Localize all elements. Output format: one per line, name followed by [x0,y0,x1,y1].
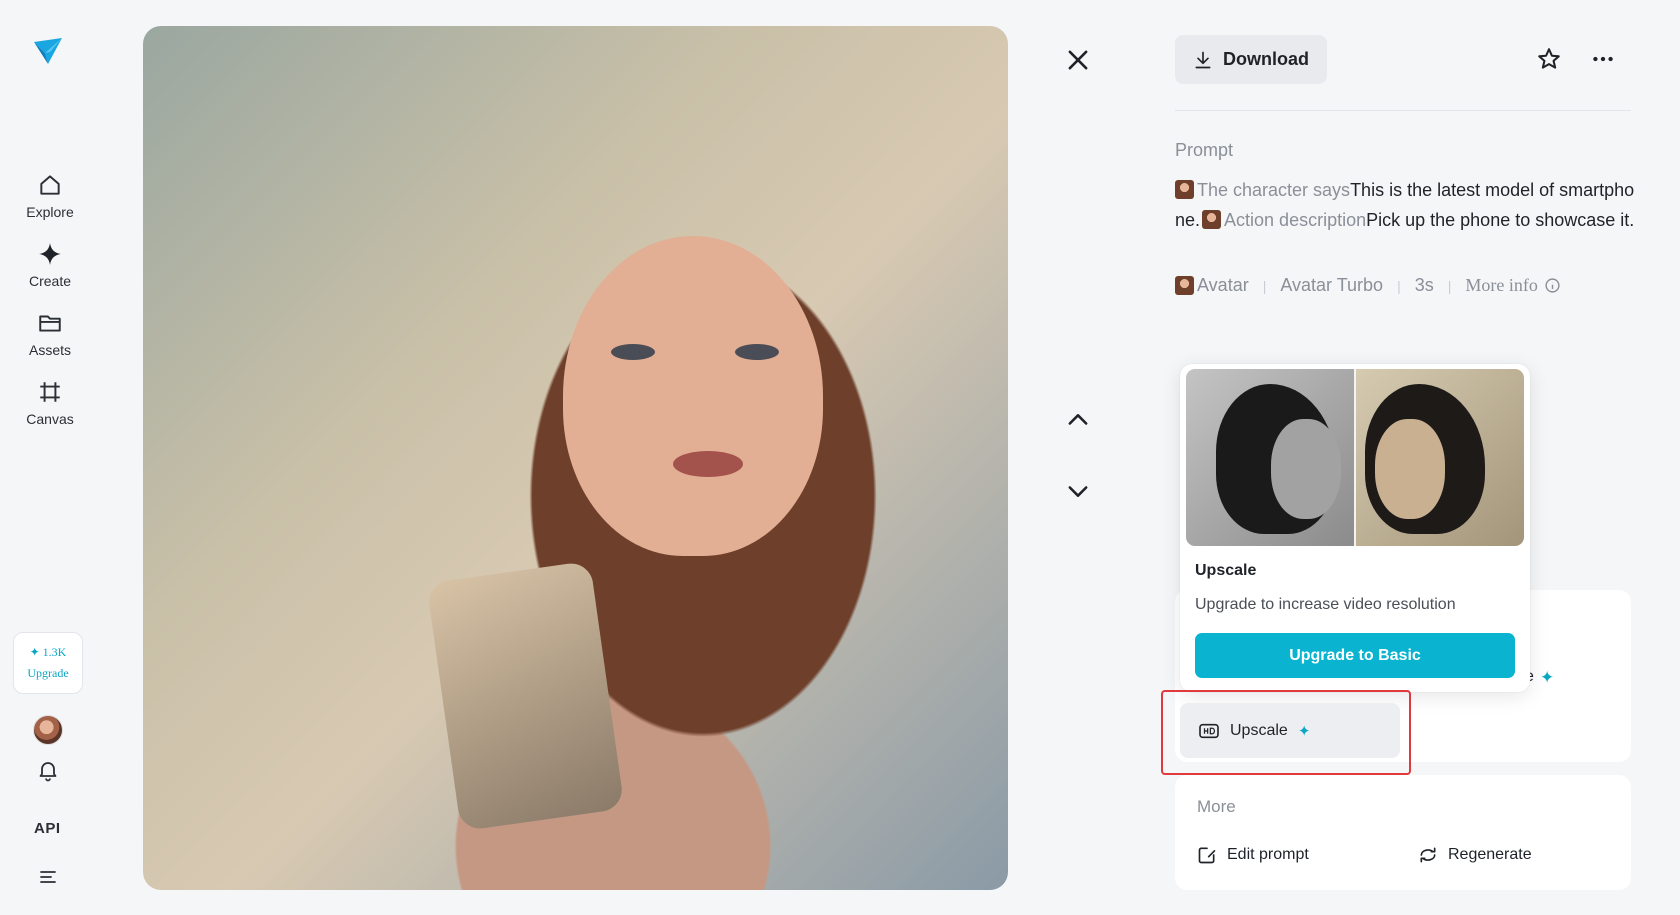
meta-separator: | [1447,277,1452,294]
portrait-eye [735,344,779,360]
sidebar-item-label: Canvas [26,411,74,427]
popover-title: Upscale [1195,562,1257,579]
api-link[interactable]: API [34,820,61,837]
more-card: More Edit prompt Regenerate [1175,775,1631,890]
sidebar-item-assets[interactable]: Assets [0,310,100,358]
portrait-mouth [673,451,743,477]
download-label: Download [1223,49,1309,69]
download-button[interactable]: Download [1175,35,1327,84]
prompt-text: The character saysThis is the latest mod… [1175,175,1635,235]
divider [1175,110,1631,111]
chevron-up-icon[interactable] [1064,406,1092,434]
sidebar-item-create[interactable]: Create [0,241,100,289]
preview-after [1355,369,1524,546]
upscale-popover: Upscale Upgrade to increase video resolu… [1180,364,1530,692]
sidebar-item-label: Create [28,273,72,289]
upgrade-link[interactable]: Upgrade [27,666,68,681]
edit-prompt-button[interactable]: Edit prompt [1197,845,1309,865]
crop-frame-icon [40,382,60,402]
preview-before [1186,369,1355,546]
meta-separator: | [1262,277,1267,294]
menu-icon[interactable] [36,865,60,889]
info-icon[interactable] [1544,277,1561,294]
regenerate-label: Regenerate [1448,846,1532,863]
prompt-title: Prompt [1175,140,1234,160]
close-icon[interactable] [1064,46,1092,74]
details-panel: Download Prompt The character saysThis i… [1175,0,1635,915]
meta-version: Avatar Turbo [1280,275,1384,295]
app-logo-icon[interactable] [30,34,66,70]
sidebar-item-canvas[interactable]: Canvas [0,379,100,427]
more-info-link[interactable]: More info [1465,275,1537,296]
bell-icon[interactable] [36,758,60,782]
avatar-thumb-icon [1175,180,1194,199]
avatar[interactable] [33,715,63,745]
folder-icon [39,315,61,332]
sparkle-icon: ✦ [1540,668,1555,687]
edit-prompt-label: Edit prompt [1227,846,1309,863]
regenerate-icon [1420,847,1436,863]
meta-separator: | [1397,277,1401,294]
credits-upgrade-box[interactable]: ✦ 1.3K Upgrade [13,632,83,694]
download-icon [1195,51,1211,68]
upscale-button[interactable]: Upscale ✦ [1180,703,1400,758]
hd-icon [1199,723,1219,738]
sparkle-icon: ✦ [1297,722,1311,740]
prompt-tag: Action description [1224,210,1367,230]
upgrade-to-basic-button[interactable]: Upgrade to Basic [1195,633,1515,678]
portrait-face [563,236,823,556]
diamond-icon [39,243,61,265]
sidebar-item-label: Explore [26,204,74,220]
regenerate-button[interactable]: Regenerate [1418,845,1532,865]
generated-video-preview[interactable] [143,26,1008,890]
more-title: More [1197,797,1236,816]
preview-divider [1354,369,1356,546]
generation-meta: Avatar | Avatar Turbo | 3s | More info [1175,275,1561,296]
portrait-phone [426,560,625,832]
meta-duration: 3s [1414,275,1434,295]
avatar-thumb-icon [1175,276,1194,295]
credits-count: ✦ 1.3K [29,645,67,659]
star-icon[interactable] [1536,46,1562,72]
home-icon [40,175,60,195]
sidebar-item-label: Assets [28,342,71,358]
edit-icon [1198,847,1216,864]
portrait-eye [611,344,655,360]
upscale-preview-image [1186,369,1524,546]
prompt-tag: The character says [1197,180,1351,200]
more-options-icon[interactable] [1590,46,1616,72]
upscale-label: Upscale [1230,721,1288,739]
meta-model: Avatar [1197,275,1249,295]
chevron-down-icon[interactable] [1064,477,1092,505]
sidebar: Explore Create Assets Canvas ✦ 1.3K Upgr… [0,0,100,915]
sidebar-item-explore[interactable]: Explore [0,172,100,220]
avatar-thumb-icon [1202,210,1222,229]
prompt-value: Pick up the phone to showcase it. [1366,210,1635,230]
popover-description: Upgrade to increase video resolution [1195,596,1456,613]
